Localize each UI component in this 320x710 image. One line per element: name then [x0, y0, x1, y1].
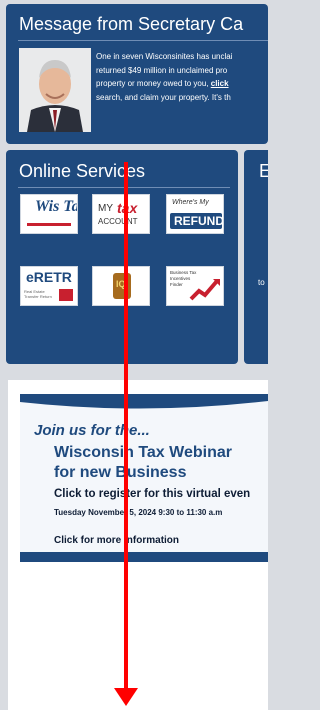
account-label: ACCOUNT	[98, 217, 138, 226]
message-line: One in seven Wisconsinites has unclai	[96, 52, 233, 61]
message-line: returned $49 million in unclaimed pro	[96, 65, 228, 75]
wheres-my-label: Where's My	[172, 199, 209, 206]
eretr-label: eRETR	[26, 269, 72, 285]
my-tax-account-tile[interactable]: MY tax ACCOUNT	[92, 194, 150, 234]
divider	[18, 40, 268, 41]
secretary-message-panel: Message from Secretary Ca One in seven W…	[6, 4, 268, 144]
refund-badge: REFUND	[170, 213, 224, 229]
secretary-portrait	[19, 48, 91, 132]
webinar-join-text: Join us for the...	[34, 422, 150, 439]
message-line: property or money owed to you, click	[96, 77, 268, 91]
wisconsin-map-icon	[59, 289, 73, 301]
webinar-more-info-link[interactable]: Click for more information	[54, 535, 179, 546]
iq-tile[interactable]: IQ	[92, 266, 150, 306]
scroll-arrow-head-icon	[114, 688, 138, 706]
message-line: search, and claim your property. It's th	[96, 92, 231, 102]
secretary-message-title: Message from Secretary Ca	[19, 14, 244, 34]
webinar-card: Join us for the... Wisconsin Tax Webinar…	[8, 380, 268, 710]
webinar-title-line1: Wisconsin Tax Webinar	[54, 444, 232, 461]
side-panel-text: to	[258, 278, 265, 287]
unclaimed-property-link[interactable]: click	[211, 79, 229, 88]
refund-tile[interactable]: Where's My REFUND	[166, 194, 224, 234]
red-underline	[27, 223, 71, 226]
message-line-text: property or money owed to you,	[96, 79, 209, 88]
chart-arrow-icon	[189, 279, 220, 301]
banner-bottom-band	[20, 552, 268, 562]
eretr-tile[interactable]: eRETR Real Estate Transfer Return	[20, 266, 78, 306]
wistax-tile[interactable]: Wis Tax	[20, 194, 78, 234]
scroll-arrow-line	[124, 162, 128, 692]
refund-label: REFUND	[174, 214, 224, 228]
eretr-caption: Real Estate Transfer Return	[24, 289, 52, 299]
webinar-register-link[interactable]: Click to register for this virtual even	[54, 488, 250, 500]
side-panel: E to	[244, 150, 268, 364]
wistax-label: Wis Tax	[35, 198, 77, 215]
page: Message from Secretary Ca One in seven W…	[0, 0, 268, 710]
secretary-message-text: One in seven Wisconsinites has unclai re…	[96, 50, 268, 104]
online-services-panel: Online Services Wis Tax MY tax ACCOUNT W…	[6, 150, 238, 364]
banner-top-wave	[20, 394, 268, 409]
side-panel-title: E	[259, 161, 268, 181]
webinar-title-line2: for new Business	[54, 464, 187, 481]
webinar-date: Tuesday November 5, 2024 9:30 to 11:30 a…	[54, 508, 223, 517]
my-label: MY	[98, 203, 113, 214]
webinar-banner[interactable]: Join us for the... Wisconsin Tax Webinar…	[20, 394, 268, 554]
business-tax-incentives-tile[interactable]: Business Tax Incentives Finder	[166, 266, 224, 306]
